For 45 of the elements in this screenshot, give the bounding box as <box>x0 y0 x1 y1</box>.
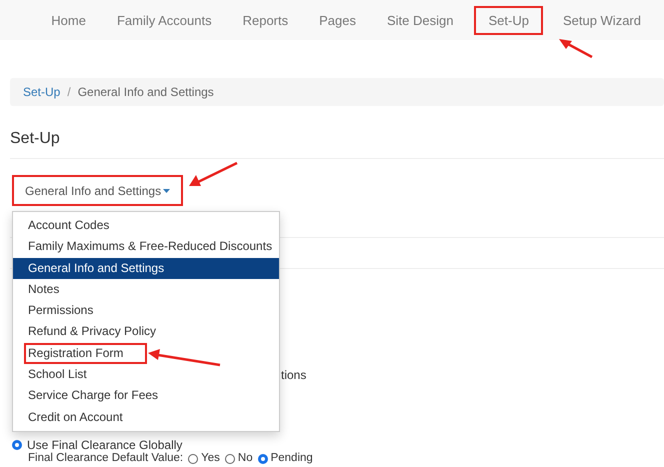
menu-item[interactable]: Account Codes <box>13 215 279 236</box>
menu-item-label: Permissions <box>27 302 94 320</box>
settings-text: tions <box>281 368 306 382</box>
option-label: Use Final Clearance Globally <box>27 438 182 452</box>
section-dropdown-button[interactable]: General Info and Settings <box>12 175 184 206</box>
menu-item-label: Service Charge for Fees <box>27 387 160 404</box>
nav-link[interactable]: Pages <box>303 4 372 36</box>
radio-button[interactable] <box>12 440 22 450</box>
nav-link[interactable]: Setup Wizard <box>546 4 657 36</box>
caret-icon <box>163 188 170 192</box>
option-label: Yes <box>201 452 220 465</box>
breadcrumb-separator: / <box>67 85 71 99</box>
nav-link[interactable]: Reports <box>226 4 304 36</box>
annotation-arrow <box>559 39 593 58</box>
menu-item[interactable]: Credit on Account <box>13 406 279 428</box>
menu-item[interactable]: Service Charge for Fees <box>13 385 279 407</box>
menu-item[interactable]: Registration Form <box>13 342 279 364</box>
breadcrumb-link[interactable]: Set-Up <box>23 85 60 99</box>
radio-button[interactable] <box>188 454 198 464</box>
menu-item-label: Credit on Account <box>27 408 124 426</box>
menu-item-label: Account Codes <box>27 217 110 234</box>
nav-link[interactable]: Site Design <box>371 4 470 36</box>
nav-link[interactable]: Set-Up <box>474 6 543 34</box>
option-label: No <box>238 452 253 465</box>
page-title: Set-Up <box>10 130 61 148</box>
menu-item[interactable]: Permissions <box>13 300 279 322</box>
breadcrumb-current: General Info and Settings <box>78 85 214 99</box>
menu-item-label: General Info and Settings <box>27 260 166 277</box>
menu-item-label: Family Maximums & Free-Reduced Discounts <box>27 238 274 256</box>
menu-item-label: Refund & Privacy Policy <box>27 323 158 340</box>
menu-item-label: Notes <box>27 280 60 298</box>
field-label: Final Clearance Default Value: <box>28 452 184 465</box>
menu-item-label: School List <box>27 366 88 384</box>
menu-item[interactable]: Notes <box>13 278 279 300</box>
nav-link[interactable]: Family Accounts <box>100 4 228 36</box>
radio-button[interactable] <box>224 454 235 464</box>
radio-button[interactable] <box>258 454 268 464</box>
nav-link[interactable]: Home <box>35 4 102 36</box>
menu-item[interactable]: Family Maximums & Free-Reduced Discounts <box>13 236 279 258</box>
menu-item[interactable]: Refund & Privacy Policy <box>13 321 279 343</box>
menu-item[interactable]: General Info and Settings <box>13 258 279 279</box>
menu-item[interactable]: School List <box>13 364 279 386</box>
menu-item-label: Registration Form <box>24 342 148 364</box>
annotation-arrow <box>189 162 238 186</box>
option-label: Pending <box>270 452 313 465</box>
